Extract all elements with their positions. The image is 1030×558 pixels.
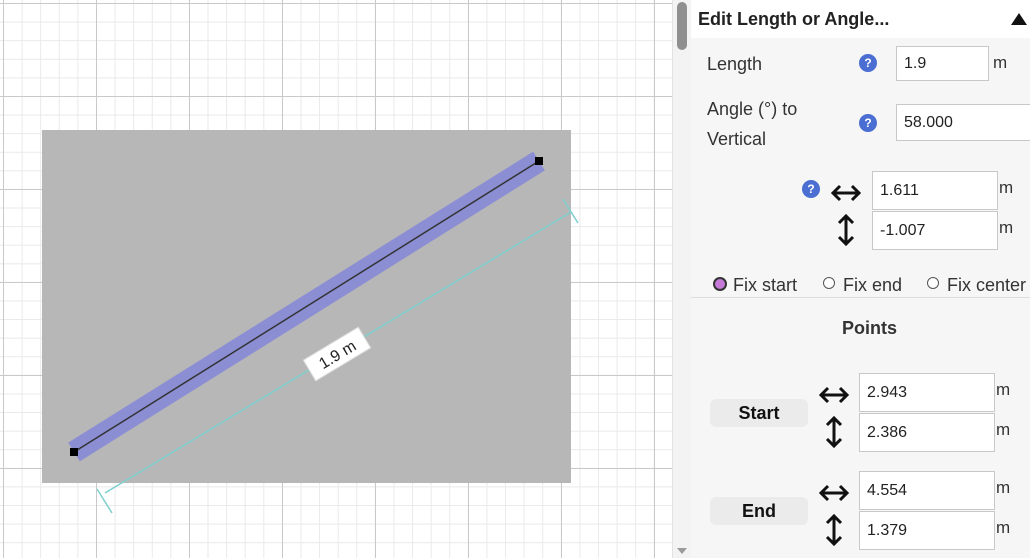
start-y-unit: m [996,420,1011,439]
length-help-icon[interactable]: ? [859,54,877,72]
collapse-triangle-icon[interactable] [1011,13,1027,25]
vertical-arrows-icon [837,213,855,247]
angle-label-line1: Angle (°) to [707,99,798,119]
scroll-down-icon[interactable] [677,548,687,554]
drawing-canvas[interactable]: 1.9 m [0,0,672,558]
scrollbar-thumb[interactable] [677,2,687,50]
start-handle[interactable] [70,448,78,456]
start-x-unit: m [996,380,1011,399]
angle-label-line2: Vertical [707,129,767,149]
fix-end-label[interactable]: Fix end [843,275,902,296]
end-x-unit: m [996,478,1011,497]
end-point-button[interactable]: End [710,497,808,525]
panel-title: Edit Length or Angle... [698,9,890,29]
angle-input[interactable] [896,104,1030,141]
delta-x-unit: m [999,178,1014,197]
end-x-input[interactable] [859,471,995,510]
angle-help-icon[interactable]: ? [859,114,877,132]
horizontal-arrows-icon [830,184,862,202]
end-handle[interactable] [535,157,543,165]
end-y-arrows-icon [825,513,843,547]
edit-panel: Edit Length or Angle... Length ? m Angle… [691,0,1030,558]
points-title: Points [841,318,897,338]
panel-scrollbar[interactable] [672,0,691,558]
delta-y-unit: m [999,218,1014,237]
start-y-input[interactable] [859,413,995,452]
fix-end-radio[interactable] [823,277,835,289]
start-y-arrows-icon [825,415,843,449]
drawing-svg[interactable]: 1.9 m [0,0,672,558]
delta-help-icon[interactable]: ? [802,180,820,198]
length-input[interactable] [896,46,989,81]
end-x-arrows-icon [818,484,850,502]
fix-start-radio[interactable] [713,277,727,291]
fix-start-label[interactable]: Fix start [733,275,797,296]
start-x-input[interactable] [859,373,995,412]
length-unit: m [993,53,1008,72]
panel-header[interactable]: Edit Length or Angle... [691,0,1030,38]
start-x-arrows-icon [818,386,850,404]
end-y-input[interactable] [859,511,995,550]
fix-center-label[interactable]: Fix center [947,275,1026,296]
length-label: Length [707,54,763,74]
fix-center-radio[interactable] [927,277,939,289]
delta-x-input[interactable] [872,171,998,210]
section-divider [691,297,1030,298]
delta-y-input[interactable] [872,211,998,250]
end-y-unit: m [996,518,1011,537]
start-point-button[interactable]: Start [710,399,808,427]
dimension-tick-start [96,488,113,514]
